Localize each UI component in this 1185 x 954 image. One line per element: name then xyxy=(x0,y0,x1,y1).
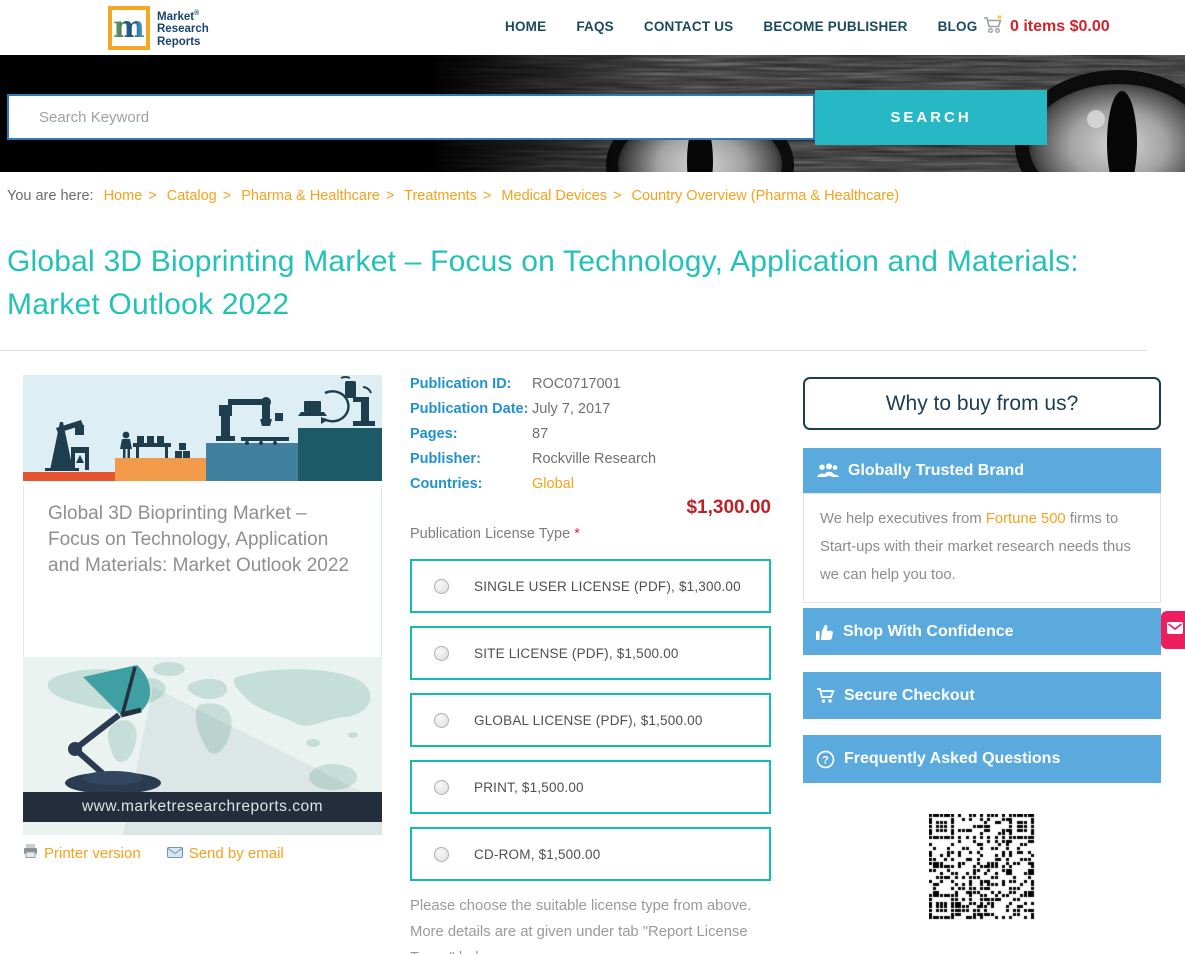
radio-button[interactable] xyxy=(434,645,449,661)
page-title: Global 3D Bioprinting Market – Focus on … xyxy=(7,245,1079,321)
license-note: Please choose the suitable license type … xyxy=(410,898,752,954)
nav-contact-us[interactable]: CONTACT US xyxy=(644,19,734,34)
qr-code xyxy=(929,814,1035,920)
license-option-single-user[interactable]: SINGLE USER LICENSE (PDF), $1,300.00 xyxy=(410,559,771,613)
trusted-description: We help executives from Fortune 500 firm… xyxy=(803,493,1161,603)
radio-button[interactable] xyxy=(434,846,449,862)
breadcrumb-treatments[interactable]: Treatments xyxy=(404,188,477,204)
license-type-label: Publication License Type * xyxy=(410,526,580,542)
required-asterisk: * xyxy=(574,526,580,542)
breadcrumb-prefix: You are here: xyxy=(7,188,94,204)
why-to-buy-heading: Why to buy from us? xyxy=(803,377,1161,430)
search-button[interactable]: SEARCH xyxy=(815,90,1047,145)
detail-row-publisher: Publisher: Rockville Research xyxy=(410,451,657,467)
nav-faqs[interactable]: FAQS xyxy=(576,19,614,34)
top-header: m Market® Research Reports HOME FAQS CON… xyxy=(0,0,1185,55)
cover-title-panel: Global 3D Bioprinting Market – Focus on … xyxy=(23,486,382,657)
shop-with-confidence-banner: Shop With Confidence xyxy=(803,608,1161,655)
cover-map-panel: www.marketresearchreports.com xyxy=(23,657,382,835)
cover-website-band: www.marketresearchreports.com xyxy=(23,792,382,822)
svg-text:?: ? xyxy=(822,754,829,766)
thumbs-up-icon xyxy=(816,624,834,640)
breadcrumb: You are here: Home > Catalog > Pharma & He… xyxy=(7,188,900,204)
breadcrumb-pharma-healthcare[interactable]: Pharma & Healthcare xyxy=(241,188,380,204)
printer-version-link[interactable]: Printer version xyxy=(23,844,141,862)
breadcrumb-country-overview[interactable]: Country Overview (Pharma & Healthcare) xyxy=(632,188,900,204)
cover-website-url: www.marketresearchreports.com xyxy=(81,798,324,815)
radio-button[interactable] xyxy=(434,578,449,594)
cart-total: 0 items $0.00 xyxy=(1010,18,1110,35)
report-cover-image: Global 3D Bioprinting Market – Focus on … xyxy=(23,375,382,835)
question-circle-icon: ? xyxy=(816,750,835,769)
publication-details: Publication ID: ROC0717001 Publication Da… xyxy=(410,376,771,501)
faq-banner: ? Frequently Asked Questions xyxy=(803,735,1161,783)
main-navigation: HOME FAQS CONTACT US BECOME PUBLISHER BL… xyxy=(505,19,977,34)
send-by-email-link[interactable]: Send by email xyxy=(166,845,284,862)
countries-global-link[interactable]: Global xyxy=(532,476,574,492)
license-option-site[interactable]: SITE LICENSE (PDF), $1,500.00 xyxy=(410,626,771,680)
printer-icon xyxy=(23,844,38,862)
logo-m-icon: m xyxy=(108,6,150,50)
fortune-500-link[interactable]: Fortune 500 xyxy=(986,511,1066,527)
email-feedback-tab[interactable] xyxy=(1161,611,1185,649)
cover-title: Global 3D Bioprinting Market – Focus on … xyxy=(48,503,349,576)
report-product-page: m Market® Research Reports HOME FAQS CON… xyxy=(0,0,1185,954)
hero-search-band: SEARCH xyxy=(0,55,1185,172)
detail-row-publication-id: Publication ID: ROC0717001 xyxy=(410,376,621,392)
industry-evolution-illustration xyxy=(23,375,382,481)
detail-row-publication-date: Publication Date: July 7, 2017 xyxy=(410,401,611,417)
search-input[interactable] xyxy=(7,94,815,140)
breadcrumb-catalog[interactable]: Catalog xyxy=(167,188,217,204)
cart-white-icon xyxy=(816,687,835,704)
envelope-icon xyxy=(1167,621,1183,639)
license-options: SINGLE USER LICENSE (PDF), $1,300.00 SIT… xyxy=(410,559,771,894)
globally-trusted-banner: Globally Trusted Brand xyxy=(803,448,1161,493)
nav-blog[interactable]: BLOG xyxy=(938,19,978,34)
nav-become-publisher[interactable]: BECOME PUBLISHER xyxy=(763,19,907,34)
radio-button[interactable] xyxy=(434,779,449,795)
report-price: $1,300.00 xyxy=(686,497,771,518)
shopping-cart-icon xyxy=(983,15,1004,39)
radio-button[interactable] xyxy=(434,712,449,728)
breadcrumb-home[interactable]: Home xyxy=(104,188,143,204)
breadcrumb-medical-devices[interactable]: Medical Devices xyxy=(501,188,607,204)
detail-row-pages: Pages: 87 xyxy=(410,426,549,442)
license-option-print[interactable]: PRINT, $1,500.00 xyxy=(410,760,771,814)
cart-link[interactable]: 0 items $0.00 xyxy=(983,15,1110,39)
secure-checkout-banner: Secure Checkout xyxy=(803,672,1161,719)
site-logo[interactable]: m Market® Research Reports xyxy=(108,6,209,50)
email-icon xyxy=(166,845,183,862)
logo-wordmark: Market® Research Reports xyxy=(157,9,209,48)
nav-home[interactable]: HOME xyxy=(505,19,546,34)
section-divider xyxy=(0,350,1147,351)
users-group-icon xyxy=(816,462,839,479)
license-option-cdrom[interactable]: CD-ROM, $1,500.00 xyxy=(410,827,771,881)
license-option-global[interactable]: GLOBAL LICENSE (PDF), $1,500.00 xyxy=(410,693,771,747)
cover-action-links: Printer version Send by email xyxy=(23,844,284,862)
